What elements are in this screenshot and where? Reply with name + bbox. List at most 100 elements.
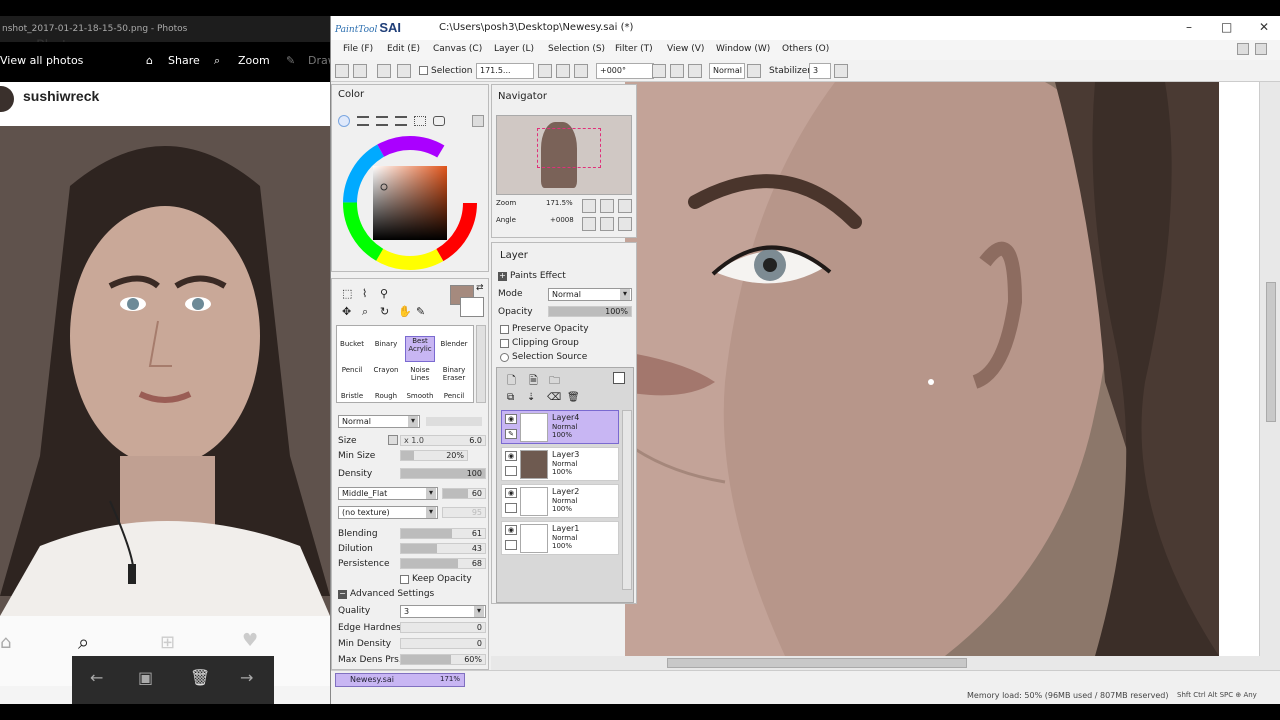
home-icon[interactable]: ⌂	[0, 632, 11, 653]
color-wheel-mode-icon[interactable]	[338, 115, 350, 127]
undo-icon[interactable]	[335, 64, 349, 78]
next-icon[interactable]: →	[240, 668, 253, 687]
delete-icon[interactable]: 🗑	[190, 668, 210, 687]
blending-slider[interactable]: 61	[400, 528, 486, 539]
redo-icon[interactable]	[353, 64, 367, 78]
heart-icon[interactable]: ♥	[242, 630, 258, 651]
merge-down-icon[interactable]: ⇣	[527, 392, 535, 403]
brush-grid-scrollbar[interactable]	[476, 325, 486, 403]
invert-selection-icon[interactable]	[397, 64, 411, 78]
layer-row-layer2[interactable]: ◉ Layer2 Normal 100%	[501, 484, 619, 518]
vertical-scroll-thumb[interactable]	[1266, 282, 1276, 422]
view-mode-field[interactable]: Normal	[709, 63, 745, 79]
navigator-preview[interactable]	[496, 115, 632, 195]
zoom-tool-icon[interactable]: ⌕	[362, 305, 368, 319]
zoom-in-icon[interactable]	[556, 64, 570, 78]
angle-field[interactable]: +000°	[596, 63, 654, 79]
color-panel-menu-icon[interactable]	[472, 115, 484, 127]
layer-visibility-icon[interactable]: ◉	[505, 525, 517, 535]
edge-hardness-slider[interactable]: 0	[400, 622, 486, 633]
rotate-tool-icon[interactable]: ↻	[380, 305, 389, 318]
preserve-opacity-checkbox[interactable]	[500, 325, 509, 334]
layer-visibility-icon[interactable]: ◉	[505, 414, 517, 424]
menu-selection[interactable]: Selection (S)	[548, 44, 605, 54]
tool-crayon[interactable]: Crayon	[371, 366, 401, 392]
menu-edit[interactable]: Edit (E)	[387, 44, 420, 54]
vertical-scrollbar[interactable]	[1259, 82, 1280, 656]
previous-icon[interactable]: ←	[90, 668, 103, 687]
tool-best-acrylic[interactable]: Best Acrylic	[405, 336, 435, 362]
selection-checkbox[interactable]	[419, 66, 428, 75]
menu-window[interactable]: Window (W)	[716, 44, 770, 54]
clear-layer-icon[interactable]: ⌫	[547, 392, 561, 403]
dilution-slider[interactable]: 43	[400, 543, 486, 554]
horizontal-scrollbar[interactable]	[491, 656, 1280, 670]
layer-lock-icon[interactable]	[505, 466, 517, 476]
nav-zoom-reset-icon[interactable]	[618, 199, 632, 213]
layer-lock-icon[interactable]	[505, 540, 517, 550]
menu-layer[interactable]: Layer (L)	[494, 44, 534, 54]
max-dens-slider[interactable]: 60%	[400, 654, 486, 665]
blend-mode-dropdown[interactable]: Normal	[338, 415, 420, 428]
nav-rotate-reset-icon[interactable]	[618, 217, 632, 231]
minimize-icon[interactable]: –	[1186, 20, 1192, 34]
navigator-viewport[interactable]	[537, 128, 601, 168]
clipping-group-checkbox[interactable]	[500, 339, 509, 348]
sub-color-swatch[interactable]	[460, 297, 484, 317]
move-icon[interactable]: ✥	[342, 305, 351, 318]
maximize-icon[interactable]: □	[1221, 20, 1232, 34]
menu-file[interactable]: File (F)	[343, 44, 373, 54]
rotate-reset-icon[interactable]	[688, 64, 702, 78]
new-folder-icon[interactable]: 🗀	[549, 372, 560, 391]
layer-row-layer4[interactable]: ◉ ✎ Layer4 Normal 100%	[501, 410, 619, 444]
new-linework-icon[interactable]: 🗎	[529, 372, 538, 391]
zoom-button[interactable]: Zoom	[238, 54, 270, 67]
texture-dropdown[interactable]: (no texture)	[338, 506, 438, 519]
drawing-canvas[interactable]	[625, 82, 1219, 656]
shape-slider[interactable]: 60	[442, 488, 486, 499]
layer-row-layer1[interactable]: ◉ Layer1 Normal 100%	[501, 521, 619, 555]
tool-pencil-2[interactable]: Pencil	[439, 392, 469, 404]
draw-button[interactable]: Draw	[308, 54, 330, 67]
view-all-photos-button[interactable]: View all photos	[0, 54, 83, 67]
hand-icon[interactable]: ✋	[398, 305, 412, 318]
size-slider[interactable]: x 1.0 6.0	[400, 435, 486, 446]
deselect-icon[interactable]	[377, 64, 391, 78]
lasso-icon[interactable]: ⌇	[362, 287, 367, 300]
slideshow-icon[interactable]: ▣	[138, 668, 153, 687]
flip-icon[interactable]	[747, 64, 761, 78]
marquee-icon[interactable]: ⬚	[342, 287, 352, 300]
layer-visibility-icon[interactable]: ◉	[505, 488, 517, 498]
rgb-slider-icon[interactable]	[357, 116, 369, 126]
rotate-left-icon[interactable]	[652, 64, 666, 78]
nav-zoom-out-icon[interactable]	[582, 199, 596, 213]
panel-max-icon[interactable]	[1255, 43, 1267, 55]
nav-rotate-left-icon[interactable]	[582, 217, 596, 231]
size-lock-icon[interactable]	[388, 435, 398, 445]
stabilizer-field[interactable]: 3	[809, 63, 831, 79]
zoom-icon[interactable]: ⌕	[214, 54, 220, 68]
delete-layer-icon[interactable]: 🗑	[567, 392, 580, 403]
swatches-icon[interactable]	[414, 116, 426, 126]
zoom-reset-icon[interactable]	[574, 64, 588, 78]
paints-effect-toggle-icon[interactable]: +	[498, 272, 507, 281]
new-layer-icon[interactable]: 🗋	[507, 372, 516, 391]
nav-zoom-in-icon[interactable]	[600, 199, 614, 213]
scratchpad-icon[interactable]	[433, 116, 445, 126]
nav-rotate-right-icon[interactable]	[600, 217, 614, 231]
hsv-slider-icon[interactable]	[376, 116, 388, 126]
layer-lock-icon[interactable]	[505, 503, 517, 513]
magic-wand-icon[interactable]: ⚲	[380, 287, 388, 300]
horizontal-scroll-thumb[interactable]	[667, 658, 967, 668]
tool-pencil[interactable]: Pencil	[337, 366, 367, 392]
panel-restore-icon[interactable]	[1237, 43, 1249, 55]
min-size-slider[interactable]: 20%	[400, 450, 468, 461]
username[interactable]: sushiwreck	[23, 88, 99, 104]
tool-bristle[interactable]: Bristle	[337, 392, 367, 404]
eyedropper-icon[interactable]: ✎	[416, 305, 425, 318]
advanced-toggle-icon[interactable]: −	[338, 590, 347, 599]
search-icon[interactable]: ⌕	[78, 630, 89, 654]
menu-filter[interactable]: Filter (T)	[615, 44, 653, 54]
layer-edit-icon[interactable]: ✎	[505, 429, 517, 439]
selection-source-radio[interactable]	[500, 353, 509, 362]
